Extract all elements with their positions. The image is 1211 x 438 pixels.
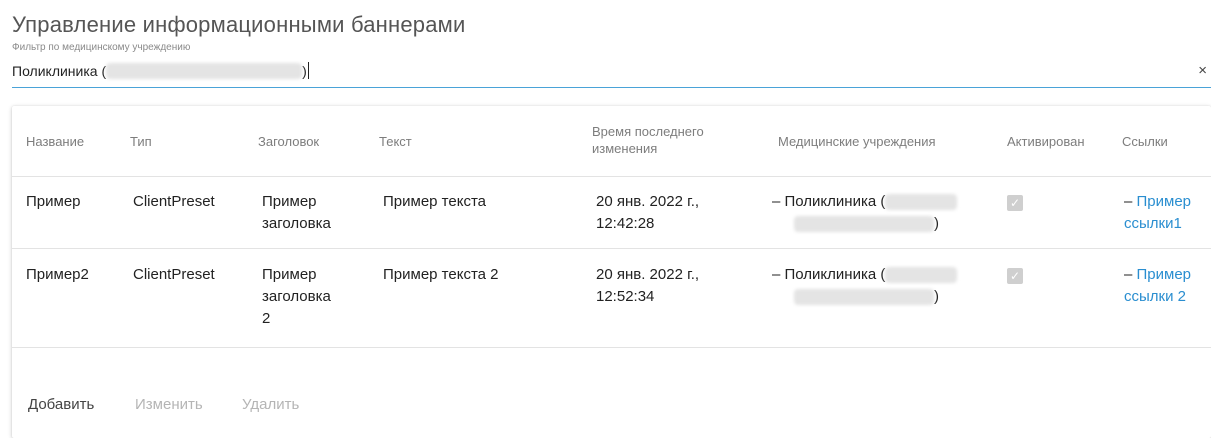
- org-prefix: – Поликлиника (: [772, 266, 886, 283]
- redacted-org-name: [794, 216, 934, 233]
- active-checkbox[interactable]: ✓: [1007, 268, 1023, 284]
- filter-label: Фильтр по медицинскому учреждению: [12, 42, 191, 53]
- cell-time: 20 янв. 2022 г., 12:42:28: [596, 193, 700, 232]
- org-filter-input[interactable]: Поликлиника ( ) ×: [12, 58, 1211, 88]
- cell-text: Пример текста: [383, 193, 486, 210]
- cell-text: Пример текста 2: [383, 266, 499, 283]
- redacted-org-name: [885, 267, 958, 284]
- cell-name: Пример2: [26, 266, 89, 283]
- column-header-heading[interactable]: Заголовок: [258, 133, 319, 150]
- redacted-org-name: [794, 289, 934, 306]
- column-header-text[interactable]: Текст: [379, 133, 412, 150]
- cell-time: 20 янв. 2022 г., 12:52:34: [596, 266, 700, 305]
- banners-table: Название Тип Заголовок Текст Время после…: [12, 106, 1211, 438]
- redacted-org-name: [106, 62, 303, 79]
- cell-heading: Пример заголовка 2: [262, 266, 331, 327]
- redacted-org-name: [885, 194, 958, 211]
- column-header-active[interactable]: Активирован: [1007, 133, 1085, 150]
- cell-link: – Пример ссылки1: [1124, 191, 1204, 235]
- header-divider: [12, 176, 1211, 177]
- row-divider: [12, 347, 1211, 348]
- cell-type: ClientPreset: [133, 193, 215, 210]
- cell-link: – Пример ссылки 2: [1124, 264, 1204, 308]
- cell-orgs: – Поликлиника ( ): [772, 191, 992, 235]
- add-button[interactable]: Добавить: [28, 396, 94, 413]
- filter-value-suffix: ): [302, 62, 307, 79]
- cell-heading: Пример заголовка: [262, 193, 331, 232]
- row-divider: [12, 248, 1211, 249]
- column-header-orgs[interactable]: Медицинские учреждения: [778, 133, 936, 150]
- column-header-name[interactable]: Название: [26, 133, 84, 150]
- filter-value-prefix: Поликлиника (: [12, 62, 107, 79]
- link-dash: –: [1124, 193, 1137, 210]
- org-suffix: ): [934, 215, 939, 232]
- delete-button[interactable]: Удалить: [242, 396, 299, 413]
- cell-name: Пример: [26, 193, 81, 210]
- link-dash: –: [1124, 266, 1137, 283]
- column-header-time[interactable]: Время последнего изменения: [592, 123, 742, 157]
- org-suffix: ): [934, 288, 939, 305]
- column-header-type[interactable]: Тип: [130, 133, 152, 150]
- page-title: Управление информационными баннерами: [12, 12, 466, 37]
- edit-button[interactable]: Изменить: [135, 396, 203, 413]
- cell-type: ClientPreset: [133, 266, 215, 283]
- text-caret: [307, 62, 309, 79]
- cell-orgs: – Поликлиника ( ): [772, 264, 992, 308]
- active-checkbox[interactable]: ✓: [1007, 195, 1023, 211]
- org-prefix: – Поликлиника (: [772, 193, 886, 210]
- close-icon[interactable]: ×: [1198, 63, 1207, 79]
- filter-value[interactable]: Поликлиника ( ): [12, 62, 309, 79]
- column-header-links[interactable]: Ссылки: [1122, 133, 1168, 150]
